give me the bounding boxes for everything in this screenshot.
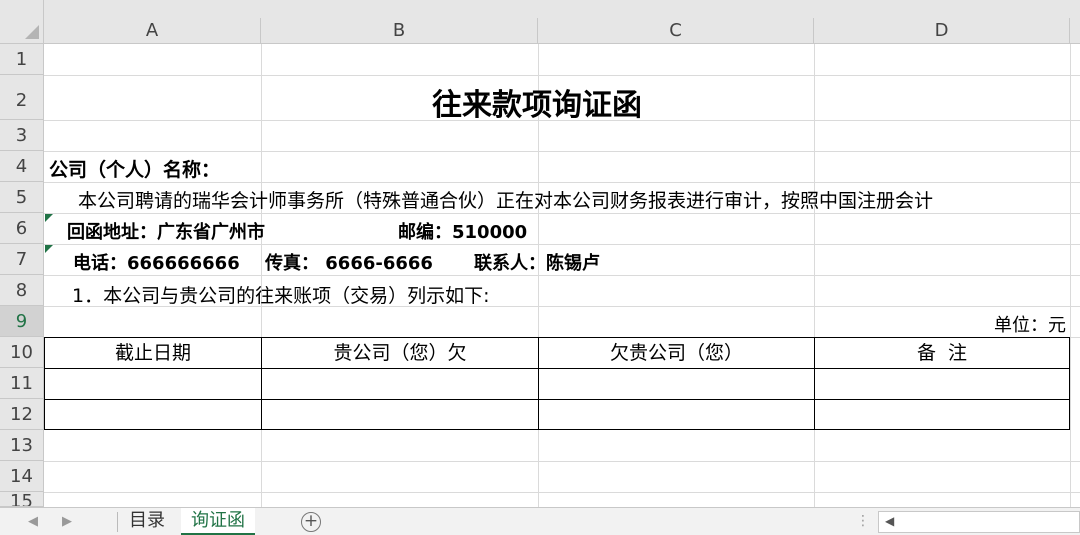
table-cell[interactable]: [539, 369, 815, 400]
row-header-4[interactable]: 4: [0, 151, 44, 182]
row-header-14[interactable]: 14: [0, 461, 44, 492]
row-header-6[interactable]: 6: [0, 213, 44, 244]
return-address: 回函地址：广东省广州市: [67, 222, 265, 243]
table-header-cell[interactable]: 备 注: [815, 338, 1069, 369]
company-name-label: 公司（个人）名称：: [49, 159, 221, 181]
row-header-15[interactable]: 15: [0, 492, 44, 507]
row-header-13[interactable]: 13: [0, 430, 44, 461]
splitter-handle-icon[interactable]: ⋮: [856, 513, 870, 529]
gridline: [44, 213, 1080, 214]
item-1-text: 1．本公司与贵公司的往来账项（交易）列示如下:: [72, 285, 490, 307]
gridline: [44, 244, 1080, 245]
document-title: 往来款项询证函: [432, 88, 642, 123]
scroll-left-icon[interactable]: ◀: [885, 514, 894, 528]
fax: 传真： 6666-6666: [265, 253, 433, 274]
row-header-8[interactable]: 8: [0, 275, 44, 306]
gridline: [261, 44, 262, 507]
gridline: [44, 275, 1080, 276]
cell-note-indicator: [45, 214, 53, 222]
row-header-1[interactable]: 1: [0, 44, 44, 75]
sheet-tab-bar: ◀ ▶ 目录 询证函 + ⋮ ◀: [0, 507, 1080, 535]
table-cell[interactable]: [45, 369, 262, 400]
confirmation-table: 截止日期 贵公司（您）欠 欠贵公司（您） 备 注: [44, 337, 1070, 430]
spreadsheet-grid[interactable]: A B C D 1 2 3 4 5 6 7 8 9 10 11 12 13 14…: [0, 0, 1080, 507]
column-header-c[interactable]: C: [538, 18, 814, 44]
table-header-cell[interactable]: 欠贵公司（您）: [539, 338, 815, 369]
row-header-7[interactable]: 7: [0, 244, 44, 275]
scroll-tabs-left-icon[interactable]: ◀: [28, 514, 38, 529]
phone: 电话：666666666: [73, 253, 240, 274]
unit-label: 单位：元: [994, 315, 1066, 336]
table-cell[interactable]: [539, 400, 815, 429]
gridline: [44, 182, 1080, 183]
column-header-b[interactable]: B: [261, 18, 538, 44]
table-cell[interactable]: [262, 369, 539, 400]
row-header-5[interactable]: 5: [0, 182, 44, 213]
row-header-9[interactable]: 9: [0, 306, 44, 337]
row-header-2[interactable]: 2: [0, 75, 44, 120]
column-header-e-partial[interactable]: [1070, 18, 1080, 44]
postcode: 邮编：510000: [398, 222, 528, 243]
add-sheet-button[interactable]: +: [301, 512, 321, 532]
tab-divider: [117, 512, 118, 532]
tab-confirmation-letter[interactable]: 询证函: [181, 508, 255, 535]
gridline: [44, 461, 1080, 462]
cell-note-indicator: [45, 245, 53, 253]
contact-person: 联系人：陈锡卢: [474, 253, 600, 274]
table-header-cell[interactable]: 截止日期: [45, 338, 262, 369]
gridline: [44, 75, 1080, 76]
table-cell[interactable]: [45, 400, 262, 429]
row-header-12[interactable]: 12: [0, 399, 44, 430]
gridline: [1070, 44, 1071, 507]
column-header-d[interactable]: D: [814, 18, 1070, 44]
row-header-11[interactable]: 11: [0, 368, 44, 399]
table-cell[interactable]: [815, 400, 1069, 429]
gridline: [44, 492, 1080, 493]
horizontal-scrollbar[interactable]: ◀: [878, 511, 1080, 533]
intro-text: 本公司聘请的瑞华会计师事务所（特殊普通合伙）正在对本公司财务报表进行审计，按照中…: [78, 190, 934, 212]
select-all-button[interactable]: [0, 0, 44, 44]
table-header-cell[interactable]: 贵公司（您）欠: [262, 338, 539, 369]
gridline: [44, 151, 1080, 152]
gridline: [814, 44, 815, 507]
scroll-tabs-right-icon[interactable]: ▶: [62, 514, 72, 529]
tab-contents[interactable]: 目录: [119, 508, 175, 535]
row-header-3[interactable]: 3: [0, 120, 44, 151]
column-header-a[interactable]: A: [44, 18, 261, 44]
row-header-10[interactable]: 10: [0, 337, 44, 368]
top-header-strip: [44, 0, 1080, 18]
table-cell[interactable]: [262, 400, 539, 429]
table-cell[interactable]: [815, 369, 1069, 400]
